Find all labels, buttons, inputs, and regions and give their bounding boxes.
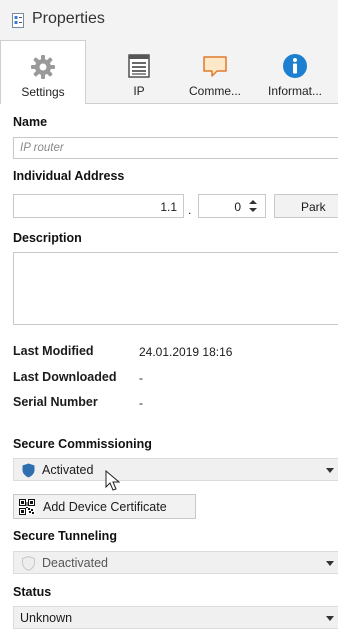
chevron-down-icon [326,561,334,566]
name-input[interactable]: IP router [13,137,338,159]
gear-icon [31,55,55,79]
spin-arrows-icon[interactable] [249,199,257,213]
ip-table-icon [128,54,150,78]
properties-header: Properties [0,0,338,40]
secure-tunneling-dropdown[interactable]: Deactivated [13,551,338,574]
shield-outline-icon [22,556,35,571]
serial-number-value: - [139,396,143,410]
address-separator: . [188,203,192,217]
chevron-down-icon [326,468,334,473]
address-device-stepper[interactable]: 0 [198,194,266,218]
tab-information[interactable]: Informat... [252,40,338,104]
individual-address-label: Individual Address [13,169,125,183]
last-modified-value: 24.01.2019 18:16 [139,345,233,359]
secure-commissioning-dropdown[interactable]: Activated [13,458,338,481]
mouse-cursor-icon [105,470,121,491]
tab-comments[interactable]: Comme... [172,40,258,104]
tab-information-label: Informat... [267,84,323,98]
comment-icon [203,56,227,77]
secure-commissioning-label: Secure Commissioning [13,437,152,451]
status-label: Status [13,585,52,599]
tab-ip-label: IP [133,84,145,98]
tab-comments-label: Comme... [188,84,241,98]
tab-settings[interactable]: Settings [0,40,86,104]
shield-icon [22,463,35,478]
status-value: Unknown [20,611,73,625]
info-icon [283,54,307,78]
chevron-down-icon [326,616,334,621]
panel-title: Properties [32,10,105,27]
add-device-certificate-button[interactable]: Add Device Certificate [13,494,196,519]
properties-doc-icon [12,13,24,28]
name-label: Name [13,115,48,129]
name-placeholder: IP router [20,142,64,154]
address-area-line-input[interactable]: 1.1 [13,194,184,218]
last-downloaded-label: Last Downloaded [13,370,117,384]
secure-tunneling-value: Deactivated [42,556,109,570]
serial-number-label: Serial Number [13,395,98,409]
tab-settings-label: Settings [21,85,65,99]
secure-tunneling-label: Secure Tunneling [13,529,117,543]
description-textarea[interactable] [13,252,338,325]
park-button[interactable]: Park [274,194,338,218]
last-downloaded-value: - [139,371,143,385]
tab-ip[interactable]: IP [96,40,182,104]
add-device-certificate-label: Add Device Certificate [43,500,167,514]
address-area-line-value: 1.1 [160,200,177,214]
qr-code-icon [19,499,35,515]
last-modified-label: Last Modified [13,344,94,358]
description-label: Description [13,231,82,245]
secure-commissioning-value: Activated [42,463,94,477]
address-device-value: 0 [234,200,241,214]
status-dropdown[interactable]: Unknown [13,606,338,629]
park-button-label: Park [301,200,326,214]
